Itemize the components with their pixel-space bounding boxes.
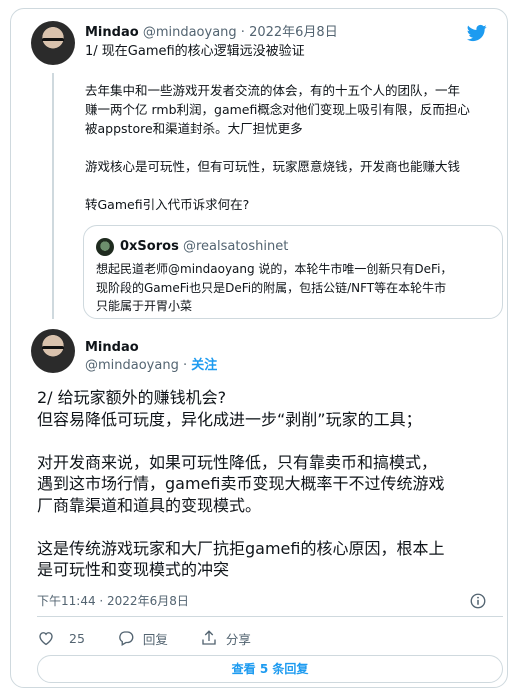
quoted-author-handle: @realsatoshinet xyxy=(182,239,289,254)
tweet2-handle-row: @mindaoyang · 关注 xyxy=(85,357,217,375)
tweet1-title: 1/ 现在Gamefi的核心逻辑远没被验证 xyxy=(85,44,305,59)
share-label: 分享 xyxy=(225,631,251,647)
quoted-author-name: 0xSoros xyxy=(120,239,179,254)
quoted-text: 想起民道老师@mindaoyang 说的，本轮牛市唯一创新只有DeFi， 现阶段… xyxy=(96,262,453,313)
share-arrow-icon xyxy=(202,630,216,645)
quoted-tweet[interactable]: 0xSoros @realsatoshinet 想起民道老师@mindaoyan… xyxy=(83,225,503,319)
quoted-avatar xyxy=(96,238,114,256)
like-count: 25 xyxy=(69,630,85,646)
reply-label: 回复 xyxy=(142,631,168,647)
like-button[interactable]: 25 xyxy=(37,629,85,647)
speech-bubble-icon xyxy=(119,631,134,646)
info-icon[interactable] xyxy=(469,592,487,610)
tweet2-paragraph: 2/ 给玩家额外的赚钱机会? 但容易降低可玩度，异化成进一步“剥削”玩家的工具； xyxy=(37,388,422,429)
author-name[interactable]: Mindao xyxy=(85,339,139,357)
tweet-embed-card: Mindao @mindaoyang · 2022年6月8日 1/ 现在Game… xyxy=(10,8,508,688)
tweet2-paragraph: 对开发商来说，如果可玩性降低，只有靠卖币和搞模式， 遇到这市场行情，gamefi… xyxy=(37,452,445,515)
tweet-timestamp[interactable]: 下午11:44 · 2022年6月8日 xyxy=(37,592,189,610)
author-handle[interactable]: @mindaoyang xyxy=(85,358,179,373)
tweet1-paragraph: 转Gamefi引入代币诉求何在? xyxy=(85,197,250,212)
action-bar: 25 回复 分享 xyxy=(37,628,283,648)
avatar[interactable] xyxy=(31,329,75,373)
author-name[interactable]: Mindao xyxy=(85,25,139,40)
tweet1-paragraph: 游戏核心是可玩性，但有可玩性，玩家愿意烧钱，开发商也能赚大钱 xyxy=(85,159,461,174)
quoted-header: 0xSoros @realsatoshinet xyxy=(120,238,288,256)
tweet1-paragraph: 去年集中和一些游戏开发者交流的体会，有的十五个人的团队，一年 赚一两个亿 rmb… xyxy=(85,83,470,136)
reply-button[interactable]: 回复 xyxy=(117,629,168,648)
tweet2-paragraph: 这是传统游戏玩家和大厂抗拒gamefi的核心原因，根本上 是可玩性和变现模式的冲… xyxy=(37,538,445,580)
tweet2-body: 2/ 给玩家额外的赚钱机会? 但容易降低可玩度，异化成进一步“剥削”玩家的工具；… xyxy=(37,387,507,602)
thread-connector-line xyxy=(52,73,54,319)
tweet-date[interactable]: 2022年6月8日 xyxy=(249,25,338,40)
twitter-bird-icon[interactable] xyxy=(465,23,489,43)
share-button[interactable]: 分享 xyxy=(200,629,251,648)
separator-dot: · xyxy=(240,25,245,40)
separator-dot: · xyxy=(182,358,188,373)
author-handle[interactable]: @mindaoyang xyxy=(143,25,237,40)
follow-button[interactable]: 关注 xyxy=(191,358,217,373)
avatar[interactable] xyxy=(31,21,75,65)
tweet1-header: Mindao @mindaoyang · 2022年6月8日 xyxy=(85,24,338,42)
divider xyxy=(37,616,503,617)
tweet1-body: 去年集中和一些游戏开发者交流的体会，有的十五个人的团队，一年 赚一两个亿 rmb… xyxy=(85,81,495,233)
heart-icon xyxy=(39,632,53,646)
view-replies-button[interactable]: 查看 5 条回复 xyxy=(37,655,503,683)
